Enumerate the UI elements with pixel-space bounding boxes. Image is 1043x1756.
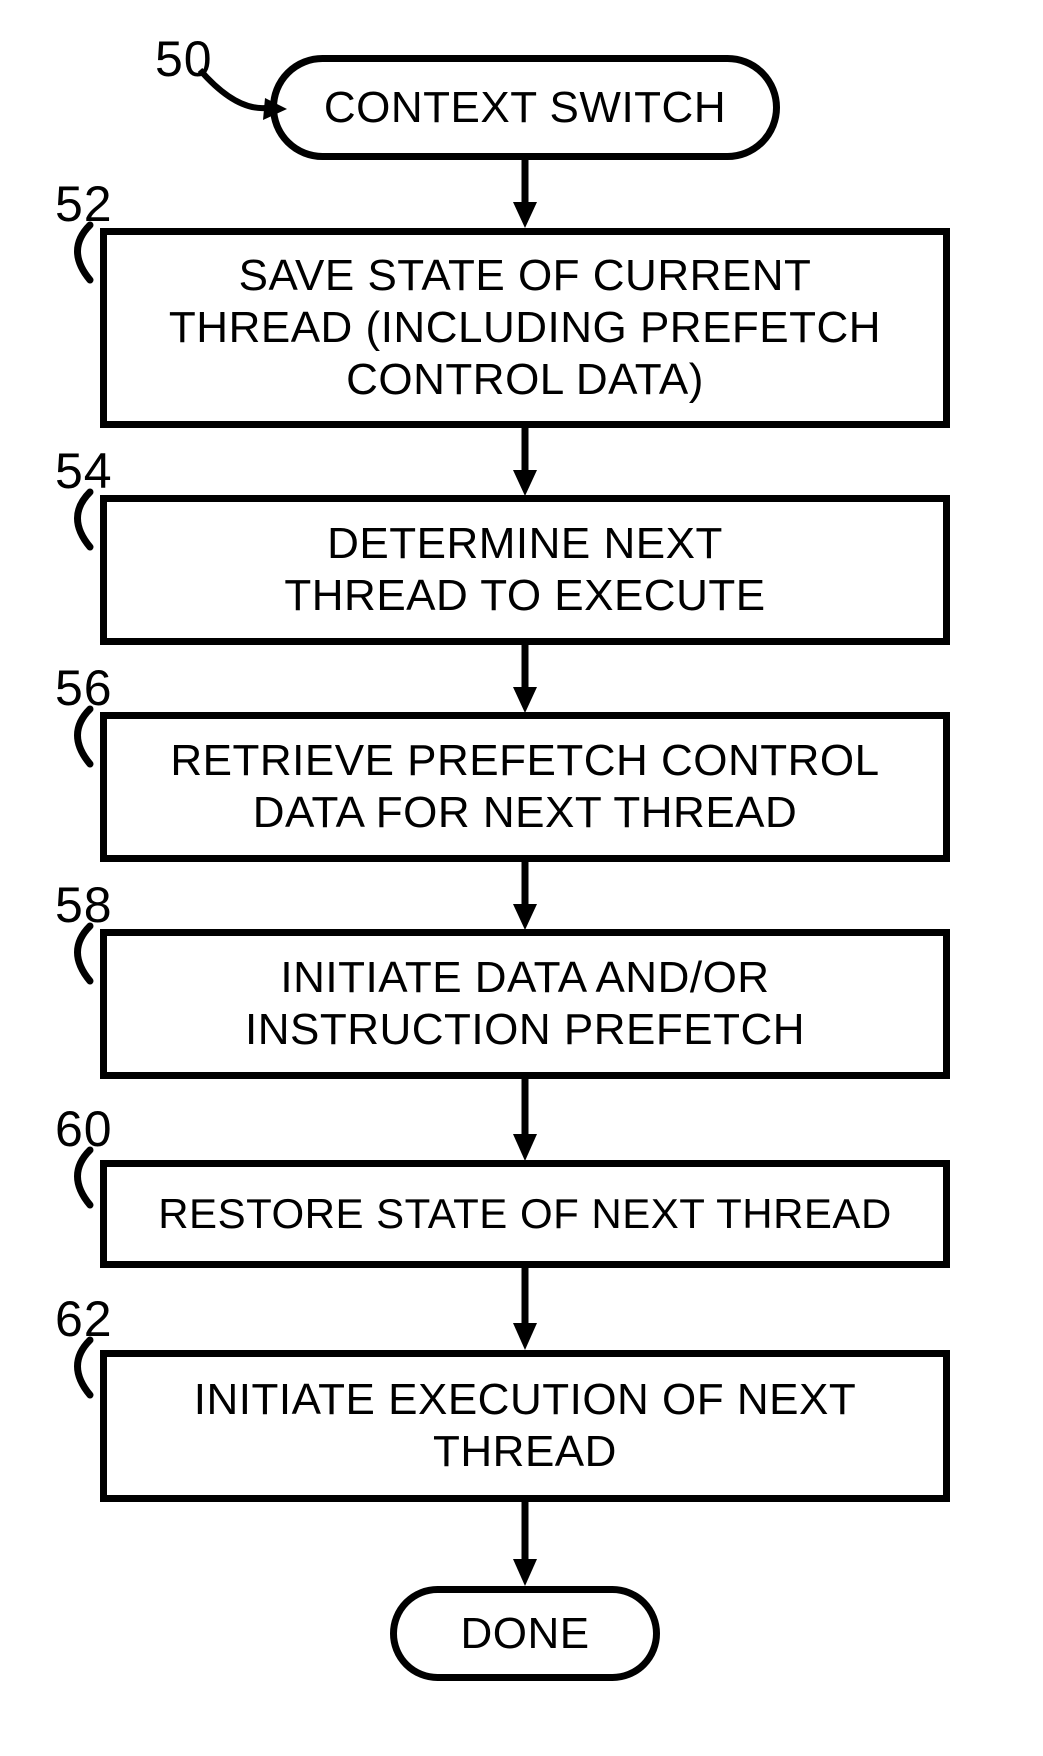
arrow-5 bbox=[508, 1268, 542, 1352]
process-62: INITIATE EXECUTION OF NEXT THREAD bbox=[100, 1350, 950, 1502]
terminator-start-text: CONTEXT SWITCH bbox=[324, 82, 726, 134]
arrow-1 bbox=[508, 428, 542, 498]
process-54: DETERMINE NEXT THREAD TO EXECUTE bbox=[100, 495, 950, 645]
process-52-text: SAVE STATE OF CURRENT THREAD (INCLUDING … bbox=[169, 250, 881, 406]
process-60-text: RESTORE STATE OF NEXT THREAD bbox=[158, 1190, 892, 1238]
arrow-0 bbox=[508, 160, 542, 230]
arrow-2 bbox=[508, 645, 542, 715]
process-60: RESTORE STATE OF NEXT THREAD bbox=[100, 1160, 950, 1268]
arrow-4 bbox=[508, 1079, 542, 1163]
process-58-text: INITIATE DATA AND/OR INSTRUCTION PREFETC… bbox=[245, 952, 805, 1056]
arrow-6 bbox=[508, 1502, 542, 1588]
process-58: INITIATE DATA AND/OR INSTRUCTION PREFETC… bbox=[100, 929, 950, 1079]
hook-60 bbox=[60, 1145, 120, 1215]
process-52: SAVE STATE OF CURRENT THREAD (INCLUDING … bbox=[100, 228, 950, 428]
process-54-text: DETERMINE NEXT THREAD TO EXECUTE bbox=[284, 518, 765, 622]
terminator-start: CONTEXT SWITCH bbox=[270, 55, 780, 160]
flowchart-canvas: CONTEXT SWITCH 50 SAVE STATE OF CURRENT … bbox=[0, 0, 1043, 1756]
leader-50 bbox=[195, 65, 290, 120]
hook-58 bbox=[60, 921, 120, 991]
process-62-text: INITIATE EXECUTION OF NEXT THREAD bbox=[194, 1374, 856, 1478]
process-56: RETRIEVE PREFETCH CONTROL DATA FOR NEXT … bbox=[100, 712, 950, 862]
hook-54 bbox=[60, 487, 120, 557]
terminator-done: DONE bbox=[390, 1586, 660, 1681]
process-56-text: RETRIEVE PREFETCH CONTROL DATA FOR NEXT … bbox=[170, 735, 879, 839]
hook-52 bbox=[60, 220, 120, 290]
terminator-done-text: DONE bbox=[460, 1608, 589, 1660]
hook-56 bbox=[60, 704, 120, 774]
arrow-3 bbox=[508, 862, 542, 932]
hook-62 bbox=[60, 1335, 120, 1405]
